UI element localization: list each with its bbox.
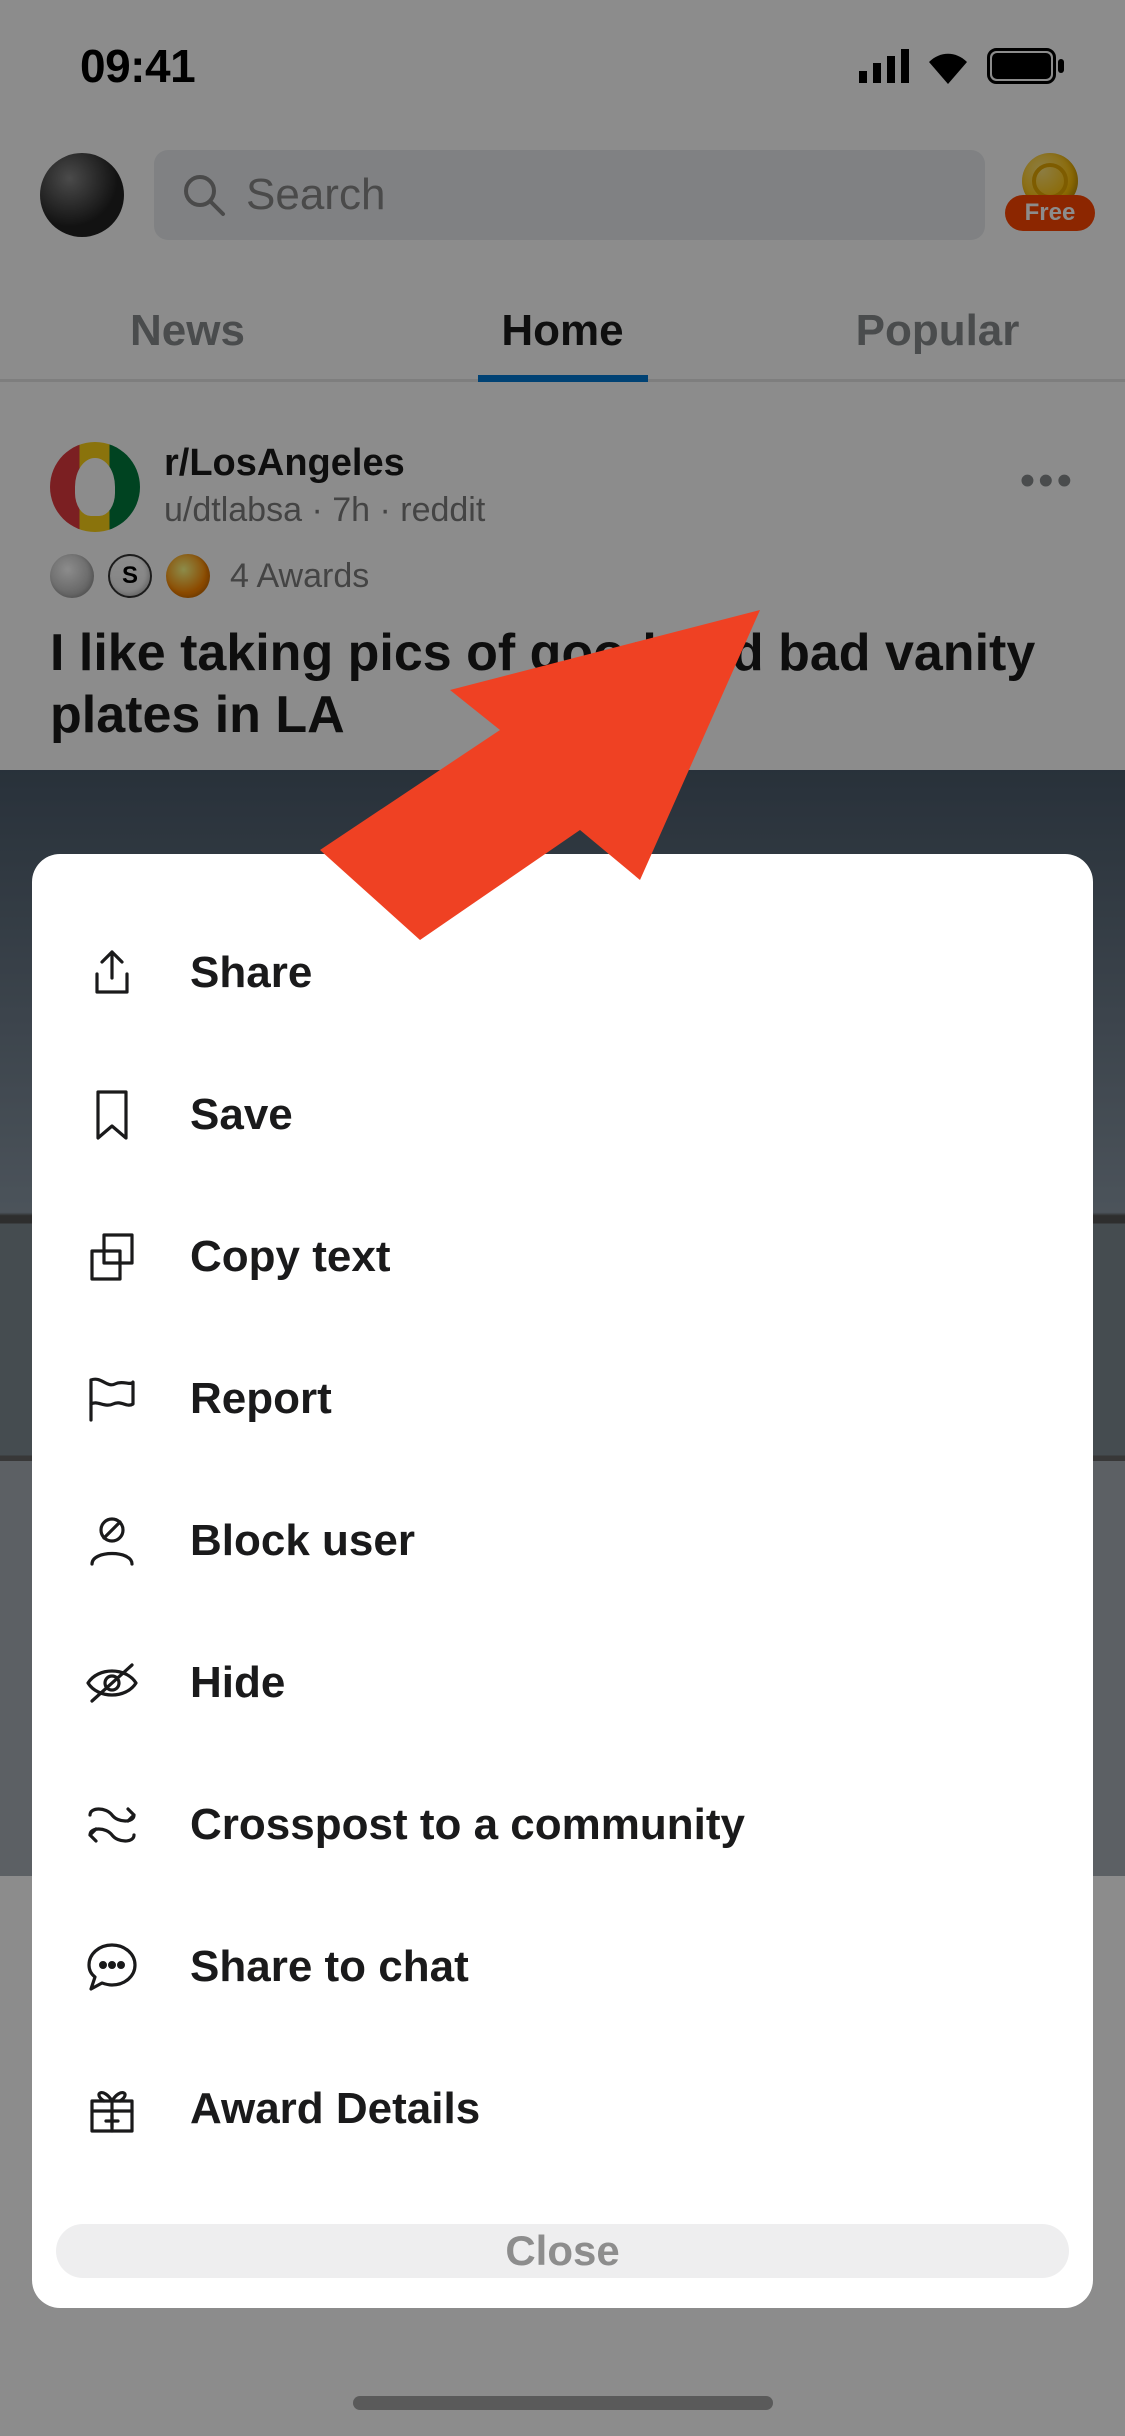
action-report[interactable]: Report	[32, 1328, 1093, 1470]
close-button[interactable]: Close	[56, 2224, 1069, 2278]
bookmark-icon	[84, 1088, 140, 1142]
action-save[interactable]: Save	[32, 1044, 1093, 1186]
action-crosspost[interactable]: Crosspost to a community	[32, 1754, 1093, 1896]
action-label: Share to chat	[190, 1942, 469, 1992]
flag-icon	[84, 1374, 140, 1424]
gift-icon	[84, 2083, 140, 2135]
action-share-to-chat[interactable]: Share to chat	[32, 1896, 1093, 2038]
action-copy-text[interactable]: Copy text	[32, 1186, 1093, 1328]
action-label: Share	[190, 948, 312, 998]
block-user-icon	[84, 1514, 140, 1568]
hide-icon	[84, 1661, 140, 1705]
post-action-sheet: Share Save Copy text Report	[32, 854, 1093, 2308]
share-icon	[84, 948, 140, 998]
action-label: Award Details	[190, 2084, 480, 2134]
chat-icon	[84, 1941, 140, 1993]
copy-icon	[84, 1231, 140, 1283]
action-label: Hide	[190, 1658, 285, 1708]
action-hide[interactable]: Hide	[32, 1612, 1093, 1754]
action-award-details[interactable]: Award Details	[32, 2038, 1093, 2180]
action-share[interactable]: Share	[32, 902, 1093, 1044]
crosspost-icon	[84, 1801, 140, 1849]
action-label: Crosspost to a community	[190, 1800, 745, 1850]
action-block-user[interactable]: Block user	[32, 1470, 1093, 1612]
action-label: Copy text	[190, 1232, 390, 1282]
action-label: Block user	[190, 1516, 415, 1566]
home-indicator[interactable]	[353, 2396, 773, 2410]
action-label: Report	[190, 1374, 332, 1424]
action-label: Save	[190, 1090, 293, 1140]
